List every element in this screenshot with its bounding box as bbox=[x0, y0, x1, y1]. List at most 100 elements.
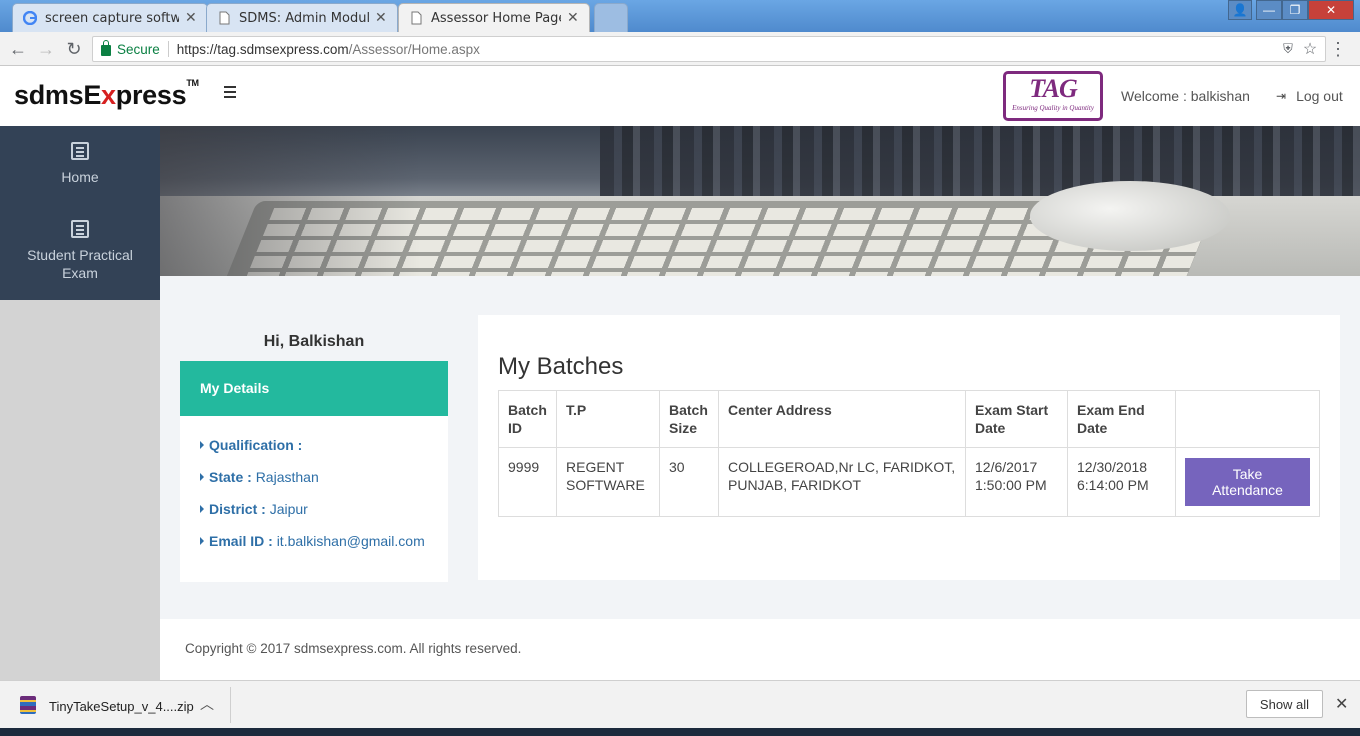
column-header: Exam End Date bbox=[1067, 390, 1176, 448]
page-icon bbox=[219, 11, 230, 25]
tab-assessor-home[interactable]: Assessor Home Page ✕ bbox=[398, 3, 590, 32]
download-file-name[interactable]: TinyTakeSetup_v_4....zip bbox=[49, 699, 194, 714]
close-tab-icon[interactable]: ✕ bbox=[567, 10, 579, 26]
sidebar-filler bbox=[0, 300, 160, 680]
logo-part: x bbox=[101, 80, 116, 110]
new-tab-button[interactable] bbox=[594, 3, 628, 32]
logo-tm: TM bbox=[186, 78, 199, 88]
detail-email: Email ID : it.balkishan@gmail.com bbox=[200, 533, 425, 549]
download-bar: TinyTakeSetup_v_4....zip ︿ Show all ✕ bbox=[0, 680, 1360, 728]
url-divider bbox=[167, 41, 169, 57]
column-header: Center Address bbox=[718, 390, 966, 448]
cell-end-date: 12/30/2018 6:14:00 PM bbox=[1067, 447, 1176, 517]
close-window-icon[interactable]: ✕ bbox=[1308, 0, 1354, 20]
close-tab-icon[interactable]: ✕ bbox=[185, 10, 197, 26]
caret-right-icon bbox=[200, 537, 204, 545]
url-path: /Assessor/Home.aspx bbox=[348, 41, 480, 57]
cell-center-address: COLLEGEROAD,Nr LC, FARIDKOT, PUNJAB, FAR… bbox=[718, 447, 966, 517]
url-field[interactable]: Secure https://tag.sdmsexpress.com/Asses… bbox=[92, 36, 1326, 62]
cell-start-date: 12/6/2017 1:50:00 PM bbox=[965, 447, 1068, 517]
address-bar-area: ← → ↻ Secure https://tag.sdmsexpress.com… bbox=[0, 32, 1360, 66]
detail-value: Rajasthan bbox=[255, 469, 319, 485]
cell-tp: REGENT SOFTWARE bbox=[556, 447, 660, 517]
sidebar: Home Student Practical Exam bbox=[0, 126, 160, 300]
detail-label: District : bbox=[209, 501, 266, 517]
detail-label: Email ID : bbox=[209, 533, 273, 549]
detail-value: it.balkishan@gmail.com bbox=[276, 533, 425, 549]
site-header: sdmsExpressTM TAG Ensuring Quality in Qu… bbox=[0, 66, 1360, 126]
logout-link[interactable]: ⇥ Log out bbox=[1276, 88, 1343, 104]
logo-part: sdmsE bbox=[14, 80, 102, 110]
caret-right-icon bbox=[200, 441, 204, 449]
my-batches-title: My Batches bbox=[498, 353, 624, 380]
tab-screen-capture[interactable]: screen capture software ✕ bbox=[12, 3, 208, 32]
column-header: Exam Start Date bbox=[965, 390, 1068, 448]
list-icon bbox=[71, 220, 89, 238]
back-icon[interactable]: ← bbox=[6, 37, 30, 61]
detail-qualification: Qualification : bbox=[200, 437, 302, 453]
sidebar-item-label: Student Practical Exam bbox=[27, 247, 133, 281]
download-divider bbox=[230, 687, 231, 723]
sidebar-item-student-practical-exam[interactable]: Student Practical Exam bbox=[0, 220, 160, 282]
welcome-text: Welcome : balkishan bbox=[1121, 88, 1250, 104]
page-icon bbox=[411, 11, 422, 25]
url-host: https://tag.sdmsexpress.com bbox=[176, 41, 349, 57]
caret-right-icon bbox=[200, 505, 204, 513]
detail-state: State : Rajasthan bbox=[200, 469, 319, 485]
cell-action: Take Attendance bbox=[1175, 447, 1320, 517]
lock-icon bbox=[101, 39, 111, 56]
column-header: T.P bbox=[556, 390, 660, 448]
cell-batch-id: 9999 bbox=[498, 447, 557, 517]
bookmark-star-icon[interactable]: ☆ bbox=[1298, 37, 1322, 61]
logo-part: press bbox=[115, 80, 187, 110]
tab-title: screen capture software bbox=[45, 10, 179, 26]
list-icon bbox=[71, 142, 89, 160]
chevron-up-icon[interactable]: ︿ bbox=[200, 694, 214, 714]
column-header: Batch ID bbox=[498, 390, 557, 448]
table-row: 9999 REGENT SOFTWARE 30 COLLEGEROAD,Nr L… bbox=[498, 447, 1320, 517]
my-batches-panel: My Batches Batch ID T.P Batch Size Cente… bbox=[478, 315, 1340, 580]
tag-logo-text: TAG bbox=[1029, 74, 1078, 103]
menu-icon[interactable]: ⋮ bbox=[1326, 37, 1350, 61]
detail-district: District : Jaipur bbox=[200, 501, 308, 517]
cell-batch-size: 30 bbox=[659, 447, 719, 517]
detail-label: Qualification : bbox=[209, 437, 303, 453]
logout-icon: ⇥ bbox=[1276, 89, 1287, 103]
browser-tab-strip: screen capture software ✕ SDMS: Admin Mo… bbox=[0, 0, 1360, 32]
column-header: Batch Size bbox=[659, 390, 719, 448]
tab-sdms-admin[interactable]: SDMS: Admin Module ✕ bbox=[206, 3, 398, 32]
close-icon[interactable]: ✕ bbox=[1335, 694, 1348, 714]
google-icon bbox=[23, 11, 37, 25]
banner-image bbox=[160, 126, 1360, 276]
greeting: Hi, Balkishan bbox=[263, 333, 365, 350]
batches-table: Batch ID T.P Batch Size Center Address E… bbox=[498, 390, 1320, 517]
my-details-header: My Details bbox=[180, 361, 448, 416]
logout-label: Log out bbox=[1296, 88, 1343, 104]
minimize-icon[interactable]: — bbox=[1256, 0, 1282, 20]
show-all-button[interactable]: Show all bbox=[1246, 690, 1323, 718]
tab-title: Assessor Home Page bbox=[431, 10, 561, 26]
tag-tagline: Ensuring Quality in Quantity bbox=[1012, 104, 1094, 112]
my-details-panel: Qualification : State : Rajasthan Distri… bbox=[180, 416, 448, 582]
forward-icon[interactable]: → bbox=[34, 37, 58, 61]
secure-label: Secure bbox=[117, 41, 160, 57]
column-header bbox=[1175, 390, 1320, 448]
hamburger-menu-icon[interactable] bbox=[224, 86, 236, 98]
tab-title: SDMS: Admin Module bbox=[239, 10, 369, 26]
take-attendance-button[interactable]: Take Attendance bbox=[1185, 458, 1310, 506]
sidebar-item-home[interactable]: Home bbox=[0, 142, 160, 186]
tag-logo: TAG Ensuring Quality in Quantity bbox=[1003, 71, 1103, 121]
footer: Copyright © 2017 sdmsexpress.com. All ri… bbox=[160, 619, 1360, 680]
sidebar-item-label: Home bbox=[61, 169, 99, 185]
os-taskbar bbox=[0, 728, 1360, 736]
restore-icon[interactable]: ❐ bbox=[1282, 0, 1308, 20]
close-tab-icon[interactable]: ✕ bbox=[375, 10, 387, 26]
secure-indicator[interactable]: Secure bbox=[101, 39, 160, 57]
caret-right-icon bbox=[200, 473, 204, 481]
user-icon[interactable]: 👤 bbox=[1228, 0, 1252, 20]
detail-value: Jaipur bbox=[269, 501, 308, 517]
table-header-row: Batch ID T.P Batch Size Center Address E… bbox=[498, 390, 1320, 448]
reload-icon[interactable]: ↻ bbox=[62, 37, 86, 61]
site-settings-icon[interactable]: ⛨ bbox=[1276, 37, 1300, 61]
sdms-logo[interactable]: sdmsExpressTM bbox=[14, 78, 199, 111]
